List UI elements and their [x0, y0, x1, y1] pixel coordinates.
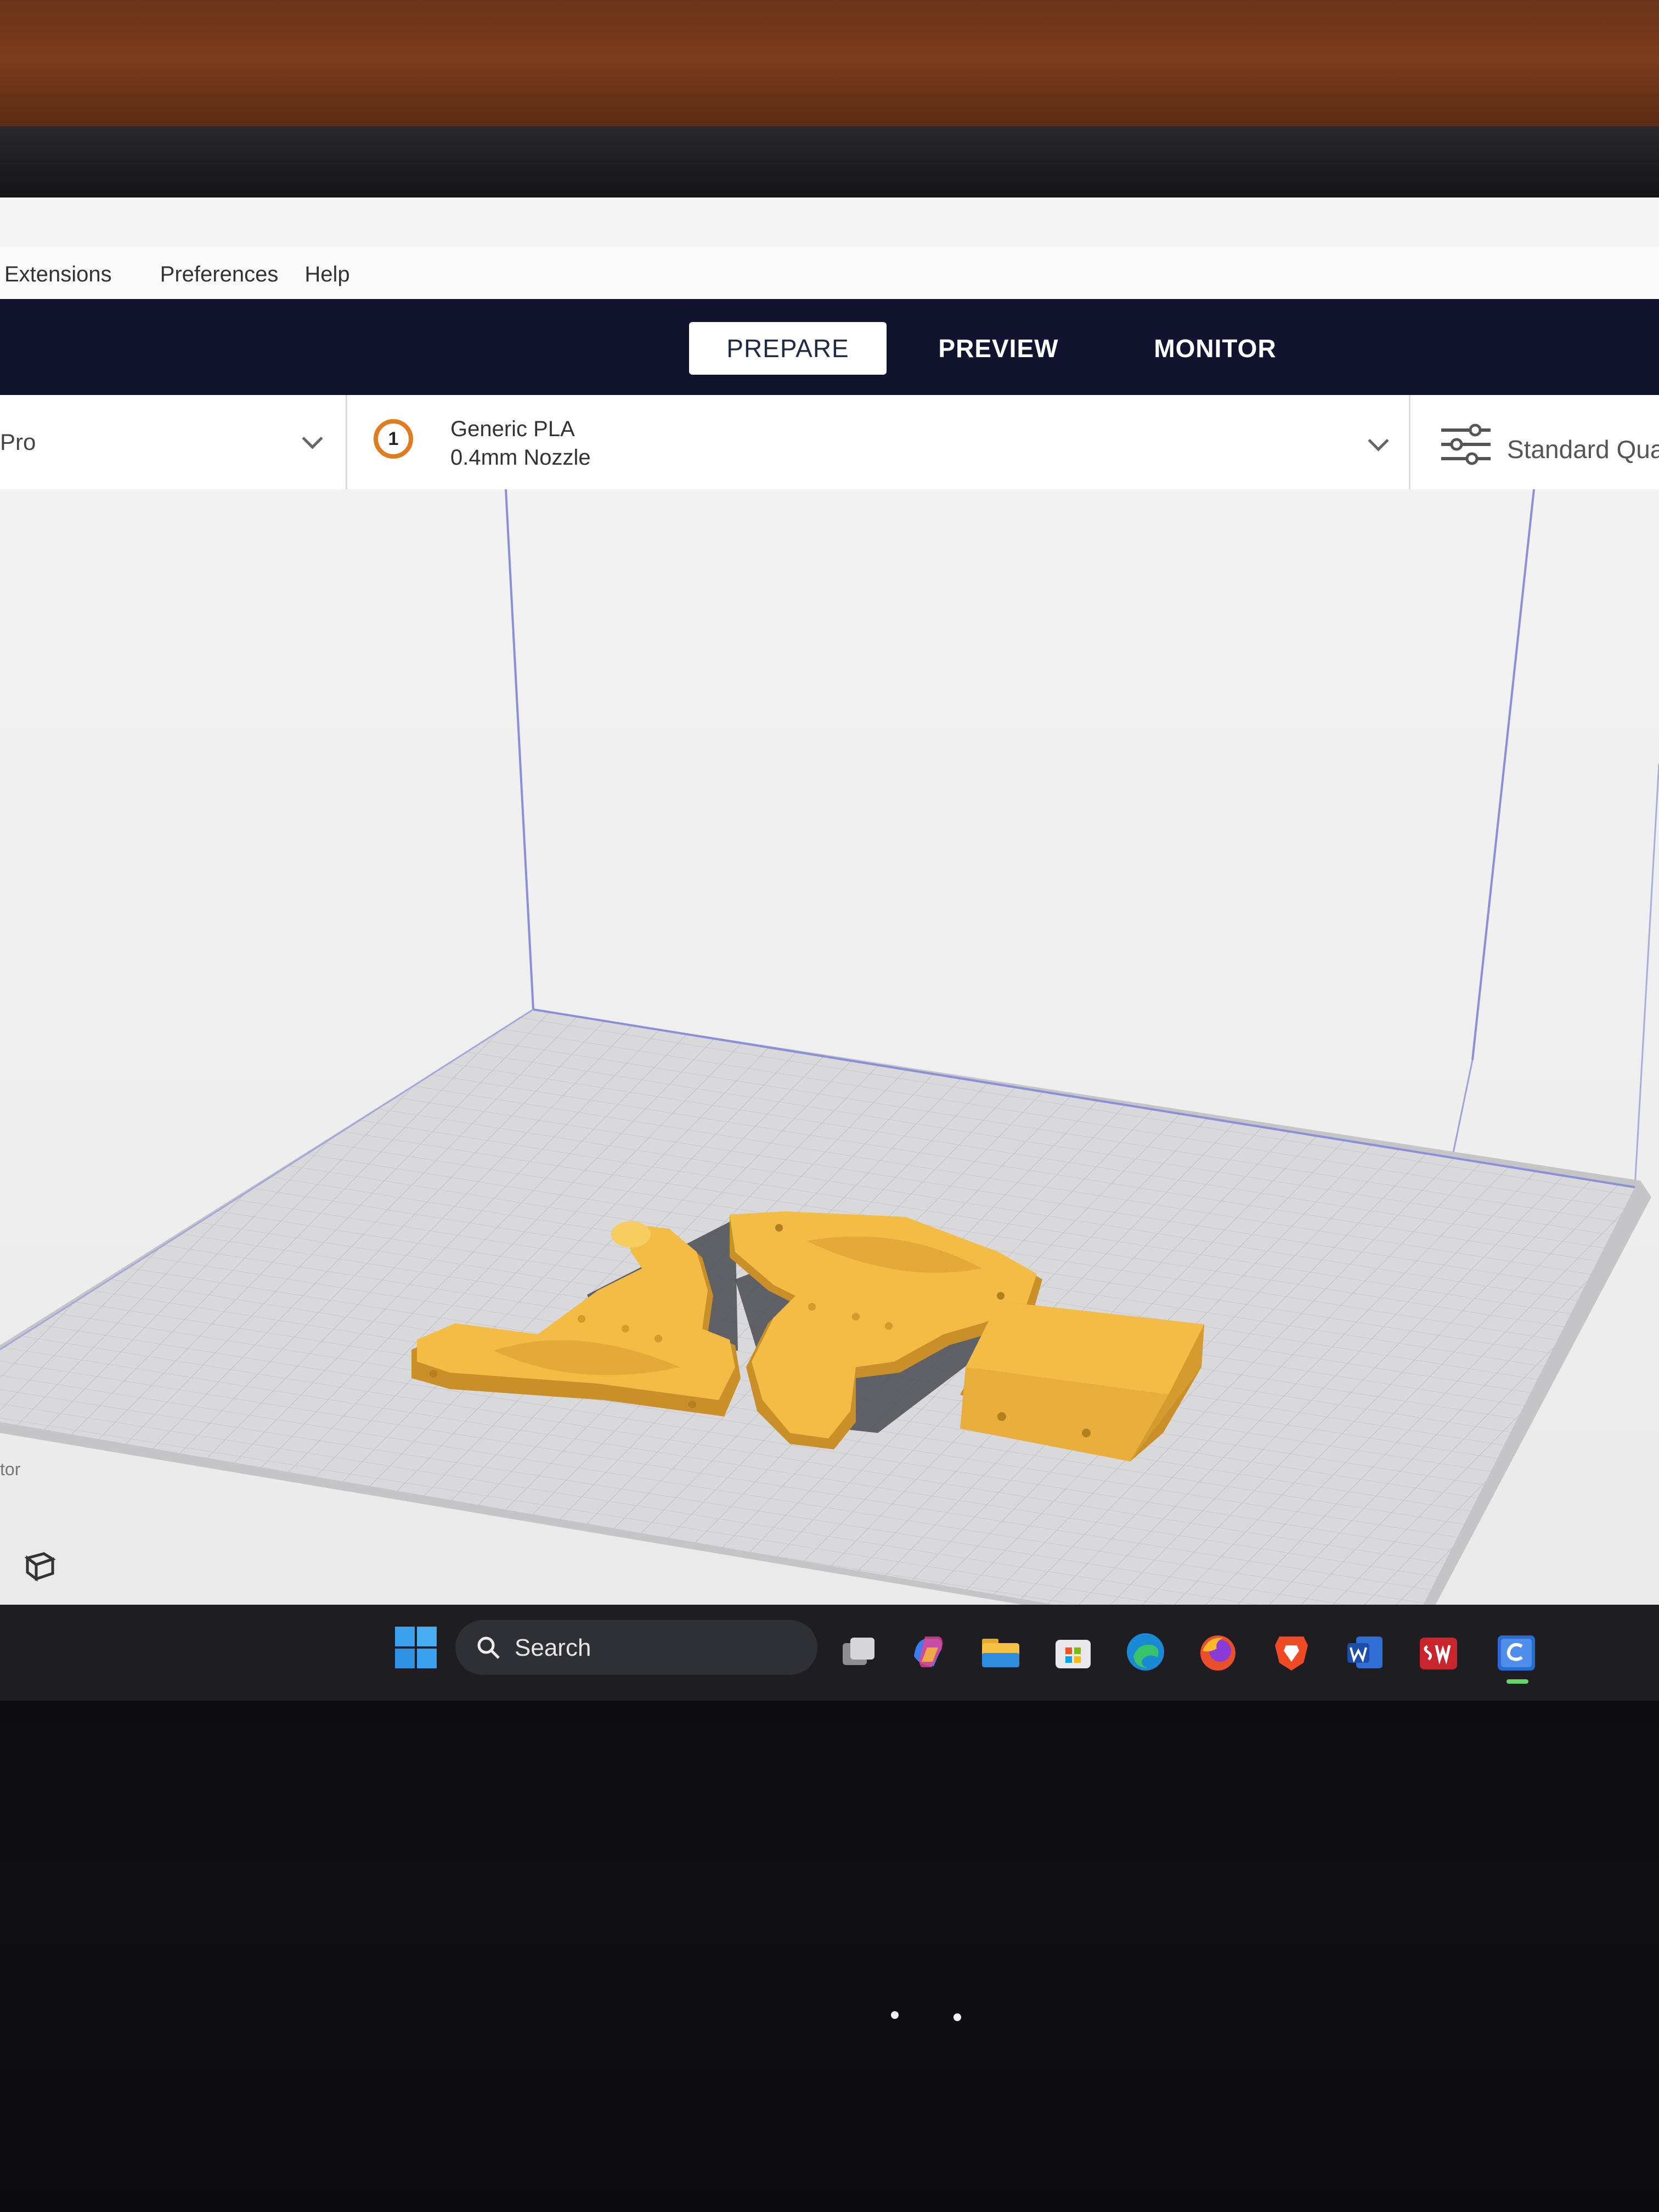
menu-help[interactable]: Help — [300, 262, 371, 287]
taskbar-search[interactable]: Search — [455, 1620, 817, 1675]
active-app-indicator — [1506, 1679, 1528, 1684]
sliders-icon — [1441, 424, 1491, 465]
extruder-badge: 1 — [374, 419, 413, 459]
build-volume-scene — [0, 489, 1659, 1652]
printer-name: Pro — [0, 429, 36, 455]
tab-monitor[interactable]: MONITOR — [1147, 322, 1284, 375]
config-bar: Pro 1 Generic PLA 0.4mm Nozzle Standard … — [0, 395, 1659, 491]
cura-icon[interactable] — [1493, 1629, 1539, 1684]
nozzle-size: 0.4mm Nozzle — [450, 445, 591, 470]
camera-sensor-dot — [953, 2013, 961, 2021]
microsoft-store-icon[interactable] — [1050, 1629, 1096, 1675]
laptop-screen: Extensions Preferences Help PREPARE PREV… — [0, 198, 1659, 1701]
edge-icon[interactable] — [1122, 1629, 1169, 1675]
task-view-icon[interactable] — [834, 1629, 880, 1675]
windows-start-icon[interactable] — [394, 1626, 438, 1669]
tab-prepare[interactable]: PREPARE — [689, 322, 887, 375]
print-settings-selector[interactable]: Standard Qua — [1410, 395, 1659, 489]
build-volume-edge — [1471, 489, 1535, 1060]
photo-frame: Extensions Preferences Help PREPARE PREV… — [0, 0, 1659, 2212]
laptop-bottom-bezel — [0, 1701, 1659, 2212]
file-explorer-icon[interactable] — [978, 1629, 1024, 1675]
search-label: Search — [515, 1634, 591, 1661]
firefox-icon[interactable] — [1195, 1629, 1241, 1675]
menu-bar: Extensions Preferences Help — [0, 247, 1659, 302]
chevron-down-icon — [1368, 430, 1389, 452]
material-name: Generic PLA — [450, 417, 575, 441]
menu-preferences[interactable]: Preferences — [156, 262, 301, 287]
search-icon — [477, 1637, 500, 1659]
build-volume-edge — [1634, 763, 1659, 1188]
menu-extensions[interactable]: Extensions — [0, 262, 134, 287]
tab-preview[interactable]: PREVIEW — [933, 322, 1064, 375]
desk-surface — [0, 0, 1659, 132]
view-cube-icon[interactable] — [22, 1547, 57, 1582]
printer-selector[interactable]: Pro — [0, 395, 347, 489]
3d-viewport[interactable] — [0, 489, 1659, 1652]
camera-sensor-dot — [891, 2011, 899, 2019]
copilot-icon[interactable] — [905, 1629, 951, 1675]
chevron-down-icon — [302, 428, 323, 449]
laptop-top-bezel — [0, 126, 1659, 198]
brave-icon[interactable] — [1268, 1629, 1314, 1675]
word-icon[interactable] — [1342, 1629, 1388, 1675]
left-panel-label: tor — [0, 1459, 21, 1479]
material-selector[interactable]: 1 Generic PLA 0.4mm Nozzle — [347, 395, 1410, 489]
solidworks-icon[interactable] — [1415, 1629, 1462, 1675]
windows-taskbar: Search — [0, 1605, 1659, 1701]
build-volume-edge — [505, 489, 534, 1010]
quality-profile: Standard Qua — [1507, 435, 1659, 464]
stage-bar: PREPARE PREVIEW MONITOR — [0, 299, 1659, 395]
